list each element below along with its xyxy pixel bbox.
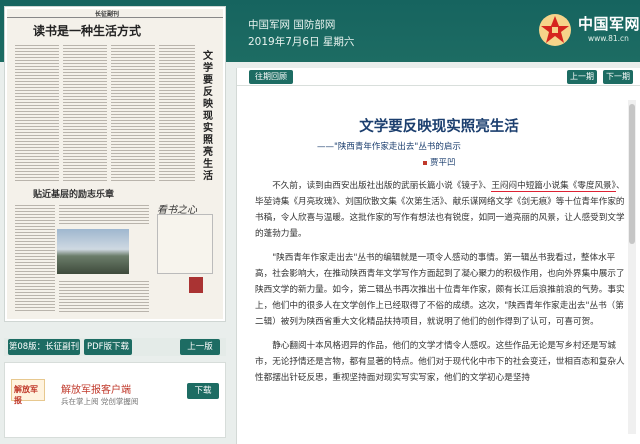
back-issues-button[interactable]: 往期回顾	[249, 70, 293, 84]
article-body: 不久前，读到由西安出版社出版的武丽长篇小说《镜子》、王闷闷中短篇小说集《零度风景…	[255, 178, 627, 394]
np-column[interactable]	[59, 203, 149, 225]
newspaper-page-image[interactable]: 长征副刊 读书是一种生活方式 文学要反映现实照亮生活 贴近基层的励志乐章 看书之…	[7, 9, 223, 319]
np-column[interactable]	[59, 279, 149, 313]
app-download-button[interactable]: 下载	[187, 383, 219, 399]
header-date: 2019年7月6日 星期六	[248, 36, 355, 48]
app-logo-label: 解放军报	[14, 385, 38, 405]
article-author: 贾平凹	[423, 156, 456, 168]
logo-url: www.81.cn	[588, 34, 629, 43]
app-title[interactable]: 解放军报客户端	[61, 381, 131, 396]
np-section-name: 长征副刊	[95, 11, 120, 18]
next-issue-button[interactable]: 下一期	[603, 70, 633, 84]
article-title: 文学要反映现实照亮生活	[359, 119, 519, 135]
article-paragraph: 不久前，读到由西安出版社出版的武丽长篇小说《镜子》、王闷闷中短篇小说集《零度风景…	[255, 181, 625, 239]
app-promo-card: 解放军报 解放军报客户端 兵在掌上阅 党创掌握阅 下载	[4, 362, 226, 438]
app-subtitle: 兵在掌上阅 党创掌握阅	[61, 397, 139, 406]
app-logo-icon: 解放军报	[11, 379, 45, 405]
newspaper-page-frame: 长征副刊 读书是一种生活方式 文学要反映现实照亮生活 贴近基层的励志乐章 看书之…	[4, 6, 226, 322]
header-site-name[interactable]: 中国军网 国防部网	[248, 17, 335, 32]
np-column[interactable]	[111, 43, 155, 183]
np-landscape-photo[interactable]	[57, 229, 129, 274]
red-star-icon	[539, 14, 571, 46]
np-headline-main[interactable]: 读书是一种生活方式	[33, 22, 141, 39]
np-calligraphy-artwork[interactable]	[157, 214, 213, 274]
article-subtitle: ——"陕西青年作家走出去"丛书的启示	[317, 142, 461, 152]
article-nav-bar: 往期回顾 上一期 下一期	[237, 68, 640, 86]
np-headline-lower[interactable]: 贴近基层的励志乐章	[33, 187, 114, 200]
np-column[interactable]	[159, 43, 195, 183]
pdf-download-button[interactable]: PDF版下载	[84, 339, 132, 355]
logo-text[interactable]: 中国军网	[578, 13, 640, 34]
prev-issue-button[interactable]: 上一期	[567, 70, 597, 84]
np-column[interactable]	[15, 43, 59, 183]
np-headline-vertical[interactable]: 文学要反映现实照亮生活	[203, 51, 217, 183]
prev-page-button[interactable]: 上一版	[180, 339, 220, 355]
np-column[interactable]	[63, 43, 107, 183]
np-red-seal	[189, 277, 203, 293]
scrollbar-thumb[interactable]	[629, 104, 635, 244]
np-column[interactable]	[15, 203, 55, 313]
article-panel: 往期回顾 上一期 下一期 文学要反映现实照亮生活 ——"陕西青年作家走出去"丛书…	[236, 68, 640, 444]
current-page-button[interactable]: 第08版：长征副刊	[8, 339, 80, 355]
highlighted-title: 王闷闷中短篇小说集《零度风景》	[491, 181, 616, 192]
article-paragraph: 静心翻阅十本风格迥异的作品，他们的文学才情令人感叹。这些作品无论是写乡村还是写城…	[255, 341, 625, 383]
article-paragraph: "陕西青年作家走出去"丛书的编辑就是一项令人感动的事情。第一辑丛书我看过，整体水…	[255, 253, 625, 327]
